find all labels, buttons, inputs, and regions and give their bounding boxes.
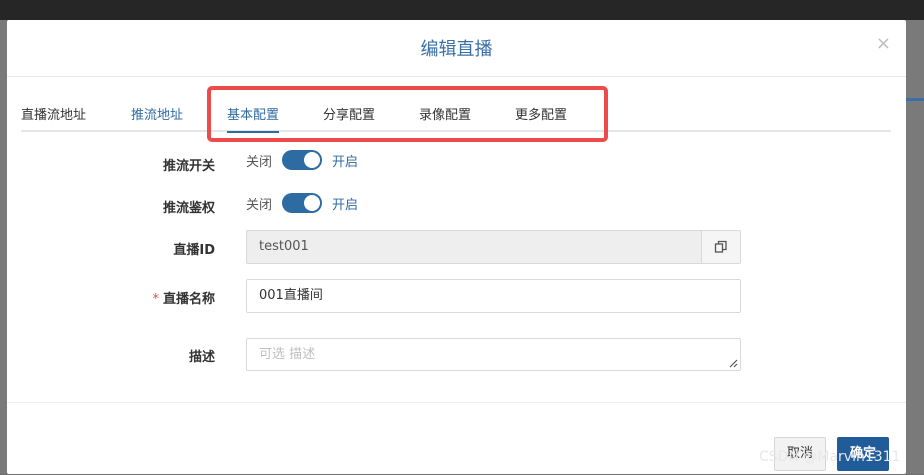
push-auth-row: 关闭 开启 bbox=[246, 193, 358, 213]
push-auth-toggle[interactable] bbox=[282, 193, 323, 213]
app-top-bar bbox=[0, 0, 924, 20]
required-mark: * bbox=[152, 292, 159, 307]
push-auth-on-label: 开启 bbox=[332, 197, 359, 213]
annotation-highlight-box bbox=[207, 86, 608, 142]
push-switch-off-label: 关闭 bbox=[246, 154, 273, 170]
resize-grip-icon[interactable] bbox=[728, 358, 738, 368]
dialog-title: 编辑直播 bbox=[420, 39, 493, 60]
live-name-input[interactable]: 001直播间 bbox=[246, 279, 741, 313]
switch-knob bbox=[304, 195, 321, 211]
switch-knob bbox=[304, 152, 321, 168]
live-name-label: * 直播名称 bbox=[7, 288, 215, 307]
tab-push-url[interactable]: 推流地址 bbox=[131, 104, 183, 123]
push-switch-label: 推流开关 bbox=[162, 159, 215, 174]
dialog-header: 编辑直播 × bbox=[7, 20, 906, 77]
copy-icon[interactable] bbox=[701, 231, 740, 263]
background-accent-line bbox=[906, 98, 924, 101]
push-switch-toggle[interactable] bbox=[282, 150, 323, 170]
description-placeholder: 可选 描述 bbox=[259, 347, 316, 362]
close-icon[interactable]: × bbox=[876, 33, 891, 54]
live-id-value: test001 bbox=[259, 239, 309, 254]
tab-stream-url[interactable]: 直播流地址 bbox=[21, 104, 86, 123]
watermark: CSDN @Marvin1311 bbox=[759, 449, 901, 465]
push-auth-off-label: 关闭 bbox=[246, 197, 273, 213]
push-switch-row: 关闭 开启 bbox=[246, 150, 358, 170]
push-switch-on-label: 开启 bbox=[332, 154, 359, 170]
live-name-label-text: 直播名称 bbox=[162, 292, 215, 307]
description-textarea[interactable]: 可选 描述 bbox=[246, 338, 741, 371]
live-id-label: 直播ID bbox=[173, 243, 215, 258]
description-label: 描述 bbox=[188, 350, 215, 365]
live-id-field[interactable]: test001 bbox=[246, 230, 741, 264]
push-auth-label: 推流鉴权 bbox=[162, 201, 215, 216]
